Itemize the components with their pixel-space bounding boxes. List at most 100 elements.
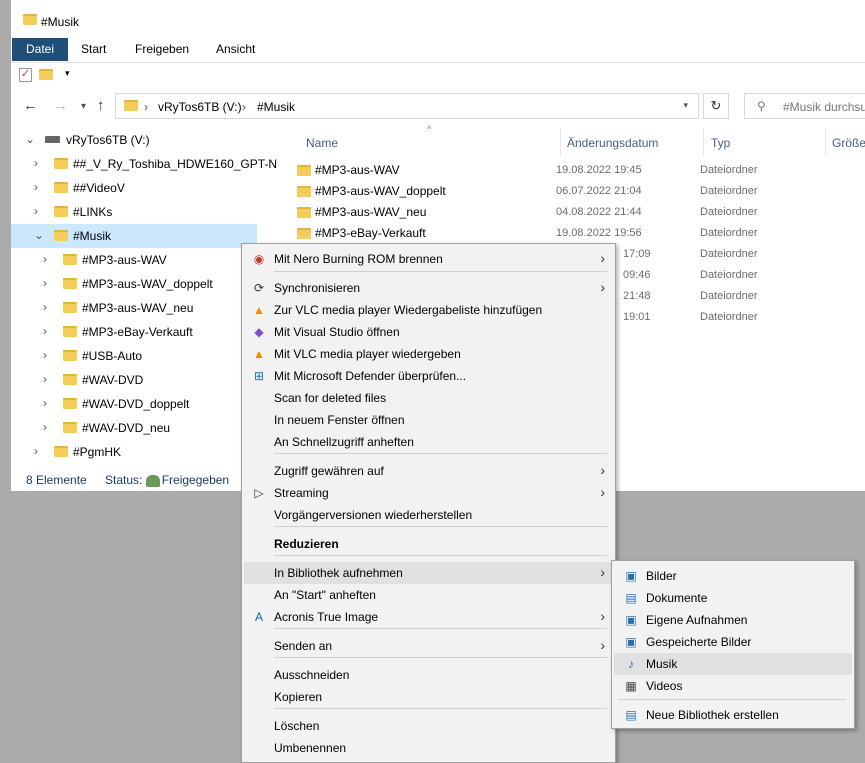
chevron-right-icon[interactable]: › — [43, 252, 47, 266]
tree-item-label: #Musik — [73, 229, 112, 243]
folder-icon — [124, 100, 138, 111]
context-menu-item[interactable]: ▲ Mit VLC media player wiedergeben — [244, 343, 613, 365]
chevron-right-icon: › — [600, 564, 605, 580]
chevron-down-icon[interactable]: ⌄ — [25, 132, 35, 146]
tree-item[interactable]: › #MP3-aus-WAV_neu — [11, 296, 257, 320]
context-menu-item[interactable]: In neuem Fenster öffnen — [244, 409, 613, 431]
tree-item[interactable]: › #MP3-eBay-Verkauft — [11, 320, 257, 344]
address-dropdown-icon[interactable]: ▾ — [683, 100, 688, 111]
tree-item[interactable]: › #WAV-DVD_doppelt — [11, 392, 257, 416]
search-input[interactable]: ⚲ #Musik durchsu — [744, 93, 865, 119]
tree-item[interactable]: ⌄ #Musik — [11, 224, 257, 248]
tree-item[interactable]: › #WAV-DVD_neu — [11, 416, 257, 440]
column-divider[interactable] — [560, 128, 561, 156]
chevron-right-icon[interactable]: › — [43, 324, 47, 338]
context-menu-item[interactable]: Umbenennen — [244, 737, 613, 759]
context-menu-item[interactable]: Scan for deleted files — [244, 387, 613, 409]
tree-item[interactable]: › #USB-Auto — [11, 344, 257, 368]
folder-icon — [54, 230, 68, 241]
library-menu-item[interactable]: ▣ Eigene Aufnahmen — [614, 609, 852, 631]
new-folder-icon[interactable] — [39, 69, 53, 80]
tab-datei[interactable]: Datei — [12, 38, 68, 61]
tab-freigeben[interactable]: Freigeben — [123, 38, 201, 61]
file-date: 19.08.2022 19:56 — [556, 227, 642, 239]
breadcrumb-drive[interactable]: vRyTos6TB (V:) — [158, 100, 242, 114]
tree-item[interactable]: › ##VideoV — [11, 176, 257, 200]
back-arrow-icon[interactable]: ← — [23, 97, 38, 114]
menu-item-label: In neuem Fenster öffnen — [274, 413, 405, 427]
item-count: 8 Elemente — [26, 473, 87, 487]
tree-item[interactable]: › #LINKs — [11, 200, 257, 224]
chevron-right-icon[interactable]: › — [34, 444, 38, 458]
context-menu-item[interactable]: Zugriff gewähren auf › — [244, 460, 613, 482]
chevron-right-icon: › — [600, 462, 605, 478]
menu-separator — [274, 708, 607, 709]
chevron-right-icon[interactable]: › — [43, 396, 47, 410]
context-menu-item[interactable]: Löschen — [244, 715, 613, 737]
tree-item-drive[interactable]: ⌄ vRyTos6TB (V:) — [11, 128, 257, 152]
context-menu-item[interactable]: ⟳ Synchronisieren › — [244, 277, 613, 299]
context-menu-item[interactable]: ◆ Mit Visual Studio öffnen — [244, 321, 613, 343]
column-divider[interactable] — [825, 128, 826, 156]
tree-item[interactable]: › #WAV-DVD — [11, 368, 257, 392]
tree-item[interactable]: › #MP3-aus-WAV_doppelt — [11, 272, 257, 296]
file-row[interactable]: #MP3-aus-WAV_neu 04.08.2022 21:44 Dateiord… — [287, 202, 865, 223]
context-menu-item[interactable]: An Schnellzugriff anheften — [244, 431, 613, 453]
menu-item-label: Acronis True Image — [274, 610, 379, 624]
file-row[interactable]: #MP3-aus-WAV_doppelt 06.07.2022 21:04 Date… — [287, 181, 865, 202]
chevron-right-icon[interactable]: › — [43, 372, 47, 386]
context-menu-item[interactable]: Vorgängerversionen wiederherstellen — [244, 504, 613, 526]
context-menu-item[interactable]: ◉ Mit Nero Burning ROM brennen › — [244, 248, 613, 270]
breadcrumb-current[interactable]: #Musik — [257, 100, 295, 114]
chevron-right-icon[interactable]: › — [34, 156, 38, 170]
context-menu-item[interactable]: Kopieren — [244, 686, 613, 708]
chevron-right-icon[interactable]: › — [43, 348, 47, 362]
up-arrow-icon[interactable]: ↑ — [97, 97, 105, 114]
file-date: 09:46 — [623, 269, 651, 281]
file-name: #MP3-aus-WAV_neu — [315, 205, 427, 219]
library-menu-item[interactable]: ▦ Videos — [614, 675, 852, 697]
chevron-right-icon[interactable]: › — [43, 276, 47, 290]
context-menu-item[interactable]: Reduzieren — [244, 533, 613, 555]
tree-item[interactable]: › ##_V_Ry_Toshiba_HDWE160_GPT-N — [11, 152, 277, 176]
context-menu-item[interactable]: In Bibliothek aufnehmen › — [244, 562, 613, 584]
file-row[interactable]: #MP3-aus-WAV 19.08.2022 19:45 Dateiordner — [287, 160, 865, 181]
customize-toolbar-dropdown[interactable]: ▾ — [65, 68, 70, 79]
forward-arrow-icon[interactable]: → — [53, 97, 68, 114]
library-menu-item[interactable]: ▣ Bilder — [614, 565, 852, 587]
column-date[interactable]: Änderungsdatum — [567, 136, 658, 150]
context-menu-item[interactable]: ⊞ Mit Microsoft Defender überprüfen... — [244, 365, 613, 387]
tree-item[interactable]: › #MP3-aus-WAV — [11, 248, 257, 272]
library-menu-item[interactable]: ♪ Musik — [614, 653, 852, 675]
file-type: Dateiordner — [700, 227, 758, 239]
tab-ansicht[interactable]: Ansicht — [204, 38, 267, 61]
properties-icon[interactable]: ✓ — [19, 68, 32, 82]
chevron-down-icon[interactable]: ⌄ — [34, 228, 44, 242]
folder-icon — [54, 446, 68, 457]
refresh-button[interactable]: ↻ — [703, 93, 729, 119]
tree-item[interactable]: › #PgmHK — [11, 440, 257, 464]
column-type[interactable]: Typ — [711, 136, 730, 150]
chevron-right-icon[interactable]: › — [34, 204, 38, 218]
chevron-right-icon[interactable]: › — [43, 300, 47, 314]
context-menu-item[interactable]: A Acronis True Image › — [244, 606, 613, 628]
chevron-right-icon[interactable]: › — [34, 180, 38, 194]
library-menu-item[interactable]: ▤ Dokumente — [614, 587, 852, 609]
chevron-right-icon[interactable]: › — [43, 420, 47, 434]
recent-locations-icon[interactable]: ▾ — [81, 101, 86, 112]
column-name[interactable]: Name — [306, 136, 338, 150]
tree-item-label: #PgmHK — [73, 445, 122, 459]
tab-start[interactable]: Start — [69, 38, 118, 61]
column-divider[interactable] — [703, 128, 704, 156]
context-menu-item[interactable]: An "Start" anheften — [244, 584, 613, 606]
context-menu-item[interactable]: Ausschneiden — [244, 664, 613, 686]
address-bar[interactable]: › vRyTos6TB (V:) › #Musik ▾ — [115, 93, 699, 119]
status-label: Status: — [105, 473, 143, 487]
library-menu-item[interactable]: ▣ Gespeicherte Bilder — [614, 631, 852, 653]
context-menu-item[interactable]: ▷ Streaming › — [244, 482, 613, 504]
context-menu-item[interactable]: ▲ Zur VLC media player Wiedergabeliste hi… — [244, 299, 613, 321]
context-menu-item[interactable]: Senden an › — [244, 635, 613, 657]
file-row[interactable]: #MP3-eBay-Verkauft 19.08.2022 19:56 Dateio… — [287, 223, 865, 244]
column-size[interactable]: Größe — [832, 136, 865, 150]
library-menu-item[interactable]: ▤ Neue Bibliothek erstellen — [614, 704, 852, 726]
